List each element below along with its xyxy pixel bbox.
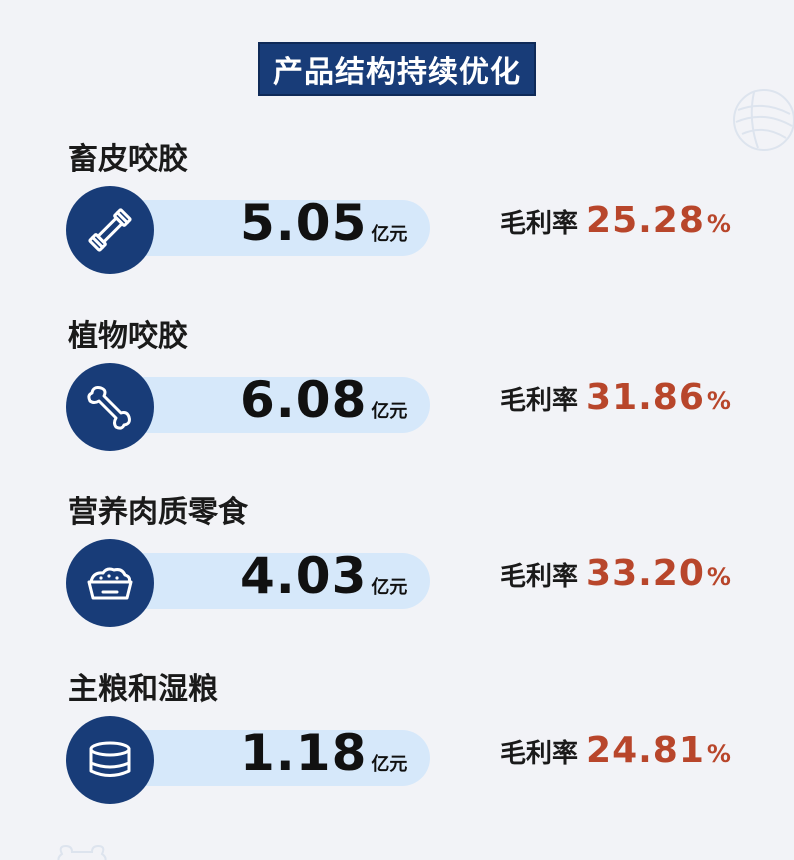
revenue-unit: 亿元 xyxy=(371,224,408,245)
revenue-unit: 亿元 xyxy=(371,754,408,775)
margin-value: 33.20 xyxy=(586,553,705,594)
revenue-group: 6.08 亿元 xyxy=(240,371,407,429)
category-icon-circle xyxy=(66,539,154,627)
margin-value: 25.28 xyxy=(586,200,705,241)
category-icon-circle xyxy=(66,716,154,804)
wet-food-can-icon xyxy=(89,741,131,777)
category-label: 营养肉质零食 xyxy=(68,495,248,530)
category-section: 植物咬胶 6.08 亿元 毛利率 31.86 % xyxy=(0,311,794,481)
margin-group: 毛利率 33.20 % xyxy=(500,553,731,594)
category-icon-circle xyxy=(66,186,154,274)
percent-sign: % xyxy=(706,210,731,238)
margin-label: 毛利率 xyxy=(500,562,579,592)
revenue-value: 6.08 xyxy=(240,371,368,429)
title-banner: 产品结构持续优化 xyxy=(258,42,536,96)
revenue-value: 4.03 xyxy=(240,547,368,605)
category-section: 畜皮咬胶 5.05 亿元 毛利率 25.28 % xyxy=(0,134,794,304)
bone-icon xyxy=(87,386,131,430)
margin-group: 毛利率 25.28 % xyxy=(500,200,731,241)
revenue-value: 1.18 xyxy=(240,724,368,782)
revenue-unit: 亿元 xyxy=(371,401,408,422)
revenue-group: 1.18 亿元 xyxy=(240,724,407,782)
food-bowl-icon xyxy=(87,567,133,600)
percent-sign: % xyxy=(706,387,731,415)
margin-value: 24.81 xyxy=(586,730,705,771)
revenue-value: 5.05 xyxy=(240,194,368,252)
revenue-unit: 亿元 xyxy=(371,577,408,598)
margin-label: 毛利率 xyxy=(500,739,579,769)
margin-value: 31.86 xyxy=(586,377,705,418)
category-label: 主粮和湿粮 xyxy=(68,672,218,707)
revenue-group: 4.03 亿元 xyxy=(240,547,407,605)
margin-label: 毛利率 xyxy=(500,386,579,416)
margin-group: 毛利率 24.81 % xyxy=(500,730,731,771)
category-icon-circle xyxy=(66,363,154,451)
page-title: 产品结构持续优化 xyxy=(273,55,521,90)
category-label: 植物咬胶 xyxy=(68,319,188,354)
category-section: 营养肉质零食 4.03 亿元 毛利率 33.20 % xyxy=(0,487,794,657)
bone-outline-icon xyxy=(57,844,107,860)
margin-label: 毛利率 xyxy=(500,209,579,239)
category-label: 畜皮咬胶 xyxy=(68,142,188,177)
revenue-group: 5.05 亿元 xyxy=(240,194,407,252)
category-section: 主粮和湿粮 1.18 亿元 毛利率 24.81 % xyxy=(0,664,794,834)
percent-sign: % xyxy=(706,563,731,591)
chew-stick-icon xyxy=(88,208,132,252)
percent-sign: % xyxy=(706,740,731,768)
margin-group: 毛利率 31.86 % xyxy=(500,377,731,418)
